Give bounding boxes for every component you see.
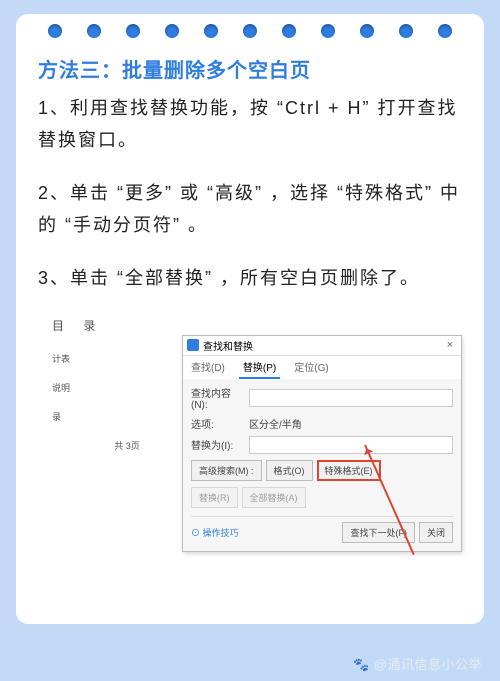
step-2: 2、单击 “更多” 或 “高级” ，选择 “特殊格式” 中的 “手动分页符” 。 bbox=[38, 178, 462, 241]
close-button[interactable]: 关闭 bbox=[419, 522, 453, 543]
step-3: 3、单击 “全部替换” ，所有空白页删除了。 bbox=[38, 263, 462, 295]
watermark: 🐾@通讯信息小公举 bbox=[353, 654, 482, 673]
doc-row-left: 录 bbox=[52, 410, 61, 423]
options-label: 选项: bbox=[191, 416, 245, 431]
doc-row-left: 说明 bbox=[52, 381, 70, 394]
replace-all-button[interactable]: 全部替换(A) bbox=[242, 487, 306, 508]
dialog-title: 查找和替换 bbox=[203, 338, 253, 353]
doc-row-left: 计表 bbox=[52, 352, 70, 365]
find-replace-dialog: 查找和替换 × 查找(D) 替换(P) 定位(G) 查找内容(N): 选项: 区… bbox=[182, 335, 462, 552]
tip-link[interactable]: ⊙ 操作技巧 bbox=[191, 526, 239, 539]
dialog-app-icon bbox=[187, 339, 199, 351]
format-button[interactable]: 格式(O) bbox=[266, 460, 313, 481]
advanced-search-button[interactable]: 高级搜索(M) : bbox=[191, 460, 262, 481]
replace-button[interactable]: 替换(R) bbox=[191, 487, 238, 508]
tab-goto[interactable]: 定位(G) bbox=[290, 356, 332, 379]
word-document-bg: 目 录 计表1 页 说明1 页 录1 页 共 3页 bbox=[52, 317, 202, 452]
screenshot-area: 目 录 计表1 页 说明1 页 录1 页 共 3页 查找和替换 × 查找(D) … bbox=[38, 317, 462, 542]
close-icon[interactable]: × bbox=[443, 339, 457, 351]
method-title: 方法三：批量删除多个空白页 bbox=[38, 54, 462, 83]
replace-input[interactable] bbox=[249, 436, 453, 454]
tab-find[interactable]: 查找(D) bbox=[187, 356, 229, 379]
replace-label: 替换为(I): bbox=[191, 437, 245, 452]
tab-replace[interactable]: 替换(P) bbox=[239, 356, 280, 379]
options-value: 区分全/半角 bbox=[249, 416, 302, 431]
paw-icon: 🐾 bbox=[353, 657, 370, 672]
step-1: 1、利用查找替换功能，按 “Ctrl + H” 打开查找替换窗口。 bbox=[38, 93, 462, 156]
doc-heading: 目 录 bbox=[52, 317, 202, 334]
find-label: 查找内容(N): bbox=[191, 385, 245, 411]
doc-total: 共 3页 bbox=[52, 439, 202, 452]
find-input[interactable] bbox=[249, 389, 453, 407]
